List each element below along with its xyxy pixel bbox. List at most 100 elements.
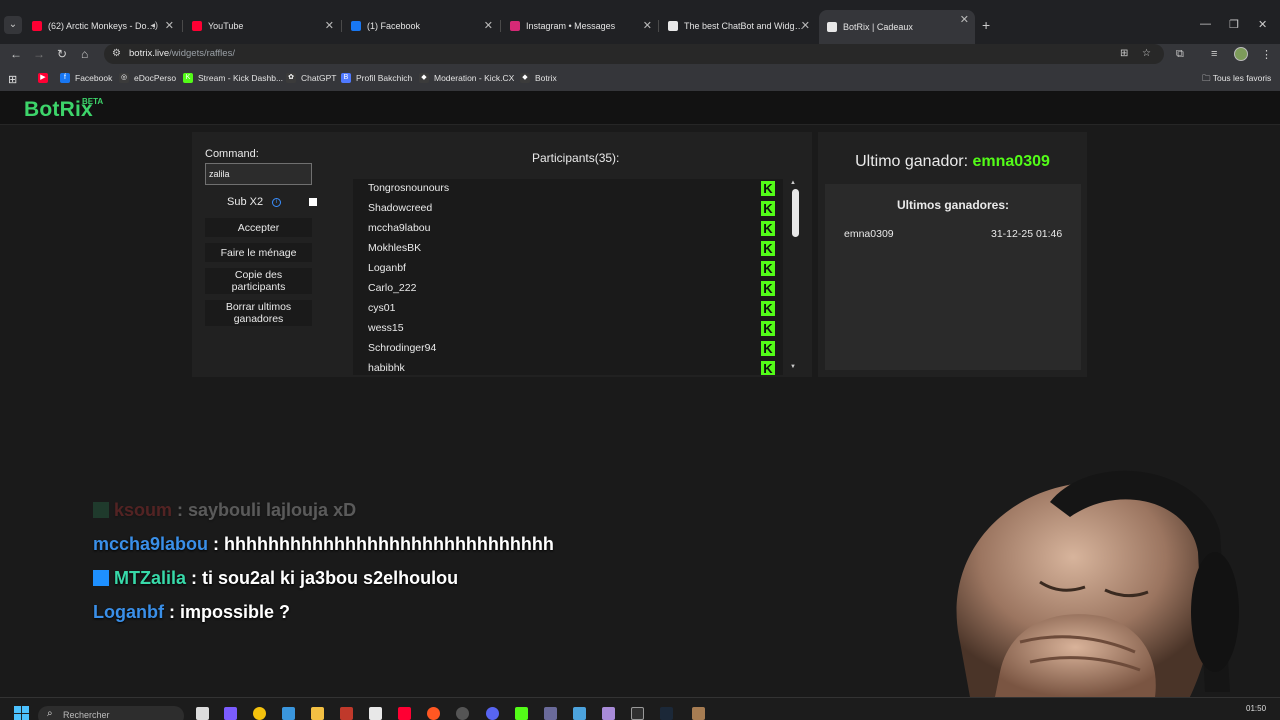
address-bar[interactable]: ⚙ botrix.live/widgets/raffles/ ⊞ ☆ (104, 44, 1164, 64)
restore-icon[interactable]: ❐ (1229, 18, 1239, 31)
tab-separator (341, 20, 342, 32)
windows-start-icon[interactable] (14, 706, 29, 720)
close-tab-icon[interactable]: ✕ (960, 14, 969, 26)
accept-button[interactable]: Accepter (205, 218, 312, 237)
close-window-icon[interactable]: ✕ (1258, 18, 1267, 31)
scroll-up-arrow-icon[interactable]: ▲ (790, 180, 796, 186)
bookmark-item[interactable]: B Profil Bakchich (341, 73, 412, 83)
obs-icon[interactable] (456, 707, 469, 720)
copy-participants-button[interactable]: Copie des participants (205, 268, 312, 294)
participant-row[interactable]: Carlo_222 K (353, 279, 783, 299)
participant-row[interactable]: Tongrosnounours K (353, 179, 783, 199)
tab-search-chevron-icon[interactable]: ⌄ (4, 16, 22, 34)
sub-x2-checkbox[interactable] (309, 198, 317, 206)
chrome-icon[interactable] (253, 707, 266, 720)
kick-icon: K (761, 221, 775, 236)
all-favorites-link[interactable]: 🗀 Tous les favoris (1202, 73, 1271, 87)
browser-tab[interactable]: The best ChatBot and Widgets ✕ (660, 16, 816, 36)
app-icon-4[interactable] (573, 707, 586, 720)
kick-app-icon[interactable] (515, 707, 528, 720)
participant-row[interactable]: MokhlesBK K (353, 239, 783, 259)
browser-menu-icon[interactable]: ⋮ (1261, 48, 1272, 61)
back-arrow-icon[interactable]: ← (10, 47, 22, 61)
browser-tab[interactable]: (1) Facebook ✕ (343, 16, 499, 36)
webcam-feed (900, 442, 1280, 697)
participant-row[interactable]: cys01 K (353, 299, 783, 319)
scroll-down-arrow-icon[interactable]: ▼ (790, 364, 796, 370)
browser-toolbar: ← → ↻ ⌂ ⚙ botrix.live/widgets/raffles/ ⊞… (0, 44, 1280, 66)
bookmark-item[interactable]: ▶ (38, 73, 53, 83)
clock-time[interactable]: 01:50 (1246, 704, 1266, 713)
command-label: Command: (205, 148, 259, 160)
bookmark-item[interactable]: ◆ Moderation - Kick.CX (419, 73, 514, 83)
info-icon[interactable]: i (272, 198, 281, 207)
apps-grid-icon[interactable]: ⊞ (8, 73, 17, 86)
home-icon[interactable]: ⌂ (81, 47, 88, 61)
participants-scrollbar[interactable] (792, 189, 799, 237)
participant-row[interactable]: Shadowcreed K (353, 199, 783, 219)
app-icon-2[interactable] (427, 707, 440, 720)
netflix-icon[interactable] (340, 707, 353, 720)
reload-icon[interactable]: ↻ (57, 47, 67, 61)
taskbar-search[interactable]: ⌕ Rechercher (38, 706, 184, 720)
close-tab-icon[interactable]: ✕ (484, 20, 493, 32)
chat-username: mccha9labou (93, 534, 209, 554)
participant-row[interactable]: Loganbf K (353, 259, 783, 279)
app-icon-1[interactable] (369, 707, 382, 720)
participants-list[interactable]: Tongrosnounours K Shadowcreed Kmccha9labou K… (353, 179, 783, 375)
task-view-icon[interactable] (196, 707, 209, 720)
participant-row[interactable]: wess15 K (353, 319, 783, 339)
chat-badge-icon (93, 502, 109, 518)
kick-icon: K (761, 281, 775, 296)
extensions-icon[interactable]: ⧉ (1176, 48, 1184, 61)
epic-games-icon[interactable] (631, 707, 644, 720)
bookmark-icon: K (183, 73, 193, 83)
close-tab-icon[interactable]: ✕ (325, 20, 334, 32)
chat-message: MTZalila: ti sou2al ki ja3bou s2elhoulou (93, 568, 458, 589)
browser-tab[interactable]: BotRix | Cadeaux ✕ (819, 10, 975, 44)
bookmark-icon: ◆ (520, 73, 530, 83)
app-icon-3[interactable] (544, 707, 557, 720)
command-input[interactable] (205, 163, 312, 185)
browser-tab[interactable]: (62) Arctic Monkeys - Do I Wanna Know?◂)… (24, 16, 180, 36)
bookmark-item[interactable]: ◆ Botrix (520, 73, 557, 83)
new-tab-button[interactable]: + (982, 17, 990, 33)
file-explorer-icon[interactable] (311, 707, 324, 720)
steam-icon[interactable] (660, 707, 673, 720)
bookmark-item[interactable]: f Facebook (60, 73, 112, 83)
minimize-icon[interactable]: — (1200, 18, 1211, 30)
last-winner-heading: Ultimo ganador: emna0309 (855, 153, 1050, 170)
site-info-icon[interactable]: ⚙ (112, 48, 121, 59)
participant-name: Tongrosnounours (368, 182, 450, 194)
bookmark-item[interactable]: K Stream - Kick Dashb... (183, 73, 283, 83)
bookmark-label: Botrix (535, 73, 557, 83)
site-header: BotRix BETA (0, 92, 1280, 125)
close-tab-icon[interactable]: ✕ (165, 20, 174, 32)
translate-icon[interactable]: ⊞ (1120, 48, 1128, 59)
close-tab-icon[interactable]: ✕ (643, 20, 652, 32)
clear-winners-button[interactable]: Borrar ultimos ganadores (205, 300, 312, 326)
bookmark-star-icon[interactable]: ☆ (1142, 48, 1151, 59)
youtube-icon[interactable] (398, 707, 411, 720)
forward-arrow-icon[interactable]: → (33, 47, 45, 61)
media-queue-icon[interactable]: ≡ (1211, 48, 1217, 60)
tab-audio-icon[interactable]: ◂) (150, 20, 158, 31)
copilot-icon[interactable] (224, 707, 237, 720)
discord-icon[interactable] (486, 707, 499, 720)
app-icon-5[interactable] (602, 707, 615, 720)
participant-row[interactable]: Schrodinger94 K (353, 339, 783, 359)
browser-tab[interactable]: YouTube ✕ (184, 16, 340, 36)
bookmark-label: Moderation - Kick.CX (434, 73, 515, 83)
participant-row[interactable]: mccha9labou K (353, 219, 783, 239)
participant-row[interactable]: habibhk K (353, 359, 783, 375)
close-tab-icon[interactable]: ✕ (801, 20, 810, 32)
bookmark-item[interactable]: ◎ eDocPerso (119, 73, 176, 83)
tab-separator (658, 20, 659, 32)
clean-button[interactable]: Faire le ménage (205, 243, 312, 262)
bookmark-item[interactable]: ✿ ChatGPT (286, 73, 336, 83)
browser-tab[interactable]: Instagram • Messages ✕ (502, 16, 658, 36)
url-text[interactable]: botrix.live/widgets/raffles/ (129, 48, 235, 59)
profile-avatar[interactable] (1234, 47, 1248, 61)
app-icon-6[interactable] (692, 707, 705, 720)
store-icon[interactable] (282, 707, 295, 720)
